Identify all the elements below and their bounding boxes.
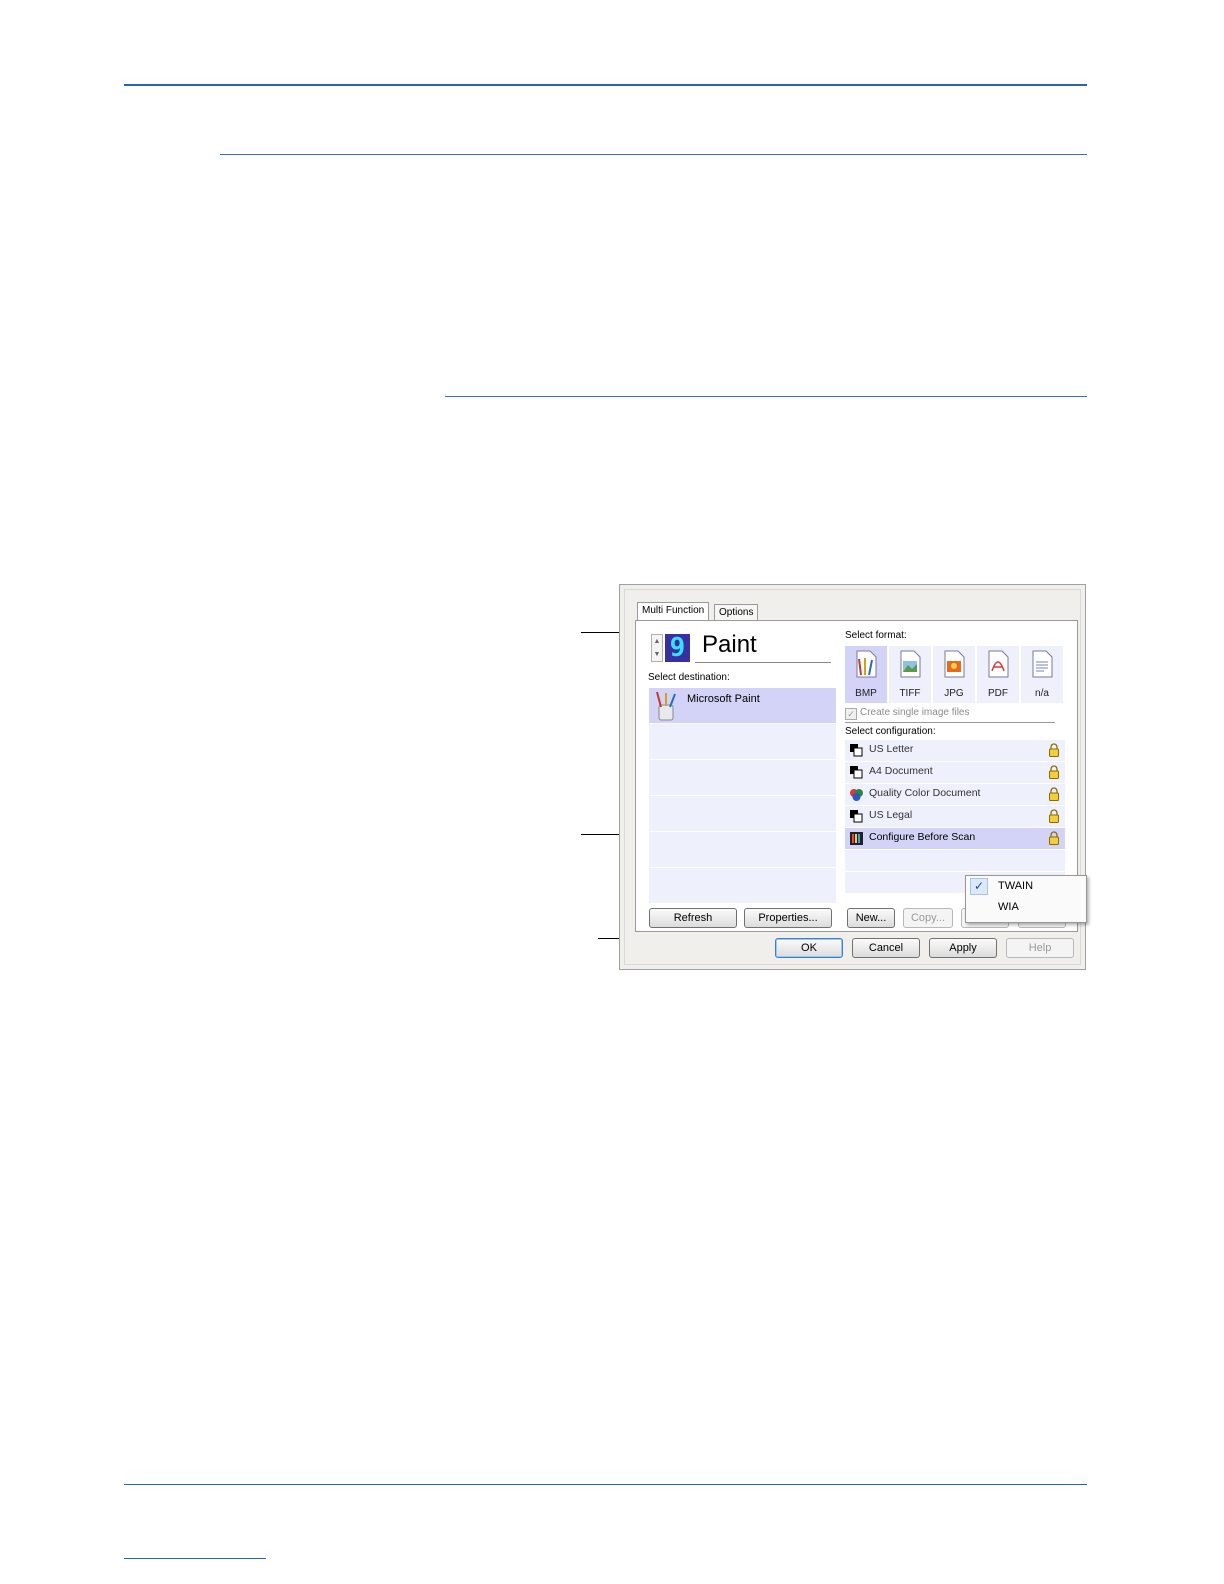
subsection-rule xyxy=(445,396,1087,397)
tab-multi-function[interactable]: Multi Function xyxy=(637,602,710,620)
configuration-empty-row xyxy=(845,850,1065,871)
section-rule xyxy=(220,154,1087,155)
bmp-file-icon xyxy=(856,650,877,678)
format-jpg[interactable]: JPG xyxy=(933,646,975,703)
button-number-display: 9 xyxy=(665,634,690,662)
destination-empty-row xyxy=(649,796,836,831)
configuration-item-us-legal[interactable]: US Legal xyxy=(845,806,1065,827)
dialog-body: Multi Function Options ▲ ▼ 9 Paint Selec… xyxy=(624,589,1087,965)
menu-item-twain[interactable]: ✓ TWAIN xyxy=(966,876,1086,897)
copy-button[interactable]: Copy... xyxy=(903,908,953,928)
format-label: JPG xyxy=(944,688,964,699)
destination-item-label: Microsoft Paint xyxy=(687,693,760,705)
spin-down-icon[interactable]: ▼ xyxy=(652,648,662,661)
tab-options[interactable]: Options xyxy=(714,604,759,620)
destination-empty-row xyxy=(649,832,836,867)
bw-page-icon xyxy=(850,810,863,823)
format-na[interactable]: n/a xyxy=(1021,646,1063,703)
configuration-item-quality-color-document[interactable]: Quality Color Document xyxy=(845,784,1065,805)
menu-item-wia[interactable]: WIA xyxy=(966,897,1086,918)
destination-title: Paint xyxy=(702,631,757,658)
lock-icon xyxy=(1049,787,1059,801)
scan-driver-context-menu: ✓ TWAIN WIA xyxy=(965,875,1087,923)
bw-page-icon xyxy=(850,766,863,779)
format-divider xyxy=(845,722,1055,723)
header-rule xyxy=(124,84,1087,86)
footer-short-rule xyxy=(124,1558,266,1559)
lock-icon xyxy=(1049,809,1059,823)
refresh-button[interactable]: Refresh xyxy=(649,908,737,928)
select-destination-label: Select destination: xyxy=(648,672,730,683)
tiff-file-icon xyxy=(900,650,921,678)
format-label: BMP xyxy=(855,688,877,699)
button-selector-spinner[interactable]: ▲ ▼ xyxy=(651,634,663,662)
new-button[interactable]: New... xyxy=(847,908,895,928)
cancel-button[interactable]: Cancel xyxy=(852,938,920,958)
configuration-item-a4-document[interactable]: A4 Document xyxy=(845,762,1065,783)
format-label: PDF xyxy=(988,688,1008,699)
help-button[interactable]: Help xyxy=(1006,938,1074,958)
lock-icon xyxy=(1049,831,1059,845)
select-configuration-label: Select configuration: xyxy=(845,726,936,737)
text-file-icon xyxy=(1032,650,1053,678)
configuration-label: A4 Document xyxy=(869,765,933,777)
pdf-file-icon xyxy=(988,650,1009,678)
tab-panel: ▲ ▼ 9 Paint Select destination: Microsof… xyxy=(635,620,1087,932)
configuration-list[interactable]: US Letter A4 Document Quality Color Docu… xyxy=(845,740,1065,894)
destination-empty-row xyxy=(649,724,836,759)
lock-icon xyxy=(1049,765,1059,779)
paint-brushes-icon xyxy=(656,691,676,721)
checkbox-checked-icon: ✓ xyxy=(845,708,857,720)
format-bmp[interactable]: BMP xyxy=(845,646,887,703)
destination-title-underline xyxy=(695,662,831,663)
format-label: TIFF xyxy=(899,688,921,699)
select-format-label: Select format: xyxy=(845,630,907,641)
properties-button[interactable]: Properties... xyxy=(744,908,832,928)
configuration-item-configure-before-scan[interactable]: Configure Before Scan xyxy=(845,828,1065,849)
single-image-files-label: Create single image files xyxy=(860,707,970,718)
lock-icon xyxy=(1049,743,1059,757)
configuration-label: US Legal xyxy=(869,809,913,821)
configuration-item-us-letter[interactable]: US Letter xyxy=(845,740,1065,761)
menu-item-label: TWAIN xyxy=(998,880,1034,892)
configure-icon xyxy=(850,832,863,845)
format-pdf[interactable]: PDF xyxy=(977,646,1019,703)
button-properties-dialog: Multi Function Options ▲ ▼ 9 Paint Selec… xyxy=(619,584,1087,970)
format-label: n/a xyxy=(1035,688,1049,699)
apply-button[interactable]: Apply xyxy=(929,938,997,958)
jpg-file-icon xyxy=(944,650,965,678)
bw-page-icon xyxy=(850,744,863,757)
footer-rule xyxy=(124,1484,1087,1485)
format-tiff[interactable]: TIFF xyxy=(889,646,931,703)
check-icon: ✓ xyxy=(970,878,988,895)
configuration-label: Quality Color Document xyxy=(869,787,981,799)
destination-item-microsoft-paint[interactable]: Microsoft Paint xyxy=(649,688,836,723)
format-selector: BMP TIFF JPG PDF n/a xyxy=(845,646,1064,703)
destination-empty-row xyxy=(649,760,836,795)
color-page-icon xyxy=(850,789,863,801)
destination-empty-row xyxy=(649,868,836,903)
spin-up-icon[interactable]: ▲ xyxy=(652,635,662,648)
configuration-label: US Letter xyxy=(869,743,914,755)
configuration-label: Configure Before Scan xyxy=(869,831,976,843)
menu-item-label: WIA xyxy=(998,901,1019,913)
single-image-files-option: ✓ Create single image files xyxy=(845,707,970,720)
destination-list[interactable]: Microsoft Paint xyxy=(649,688,836,904)
ok-button[interactable]: OK xyxy=(775,938,843,958)
